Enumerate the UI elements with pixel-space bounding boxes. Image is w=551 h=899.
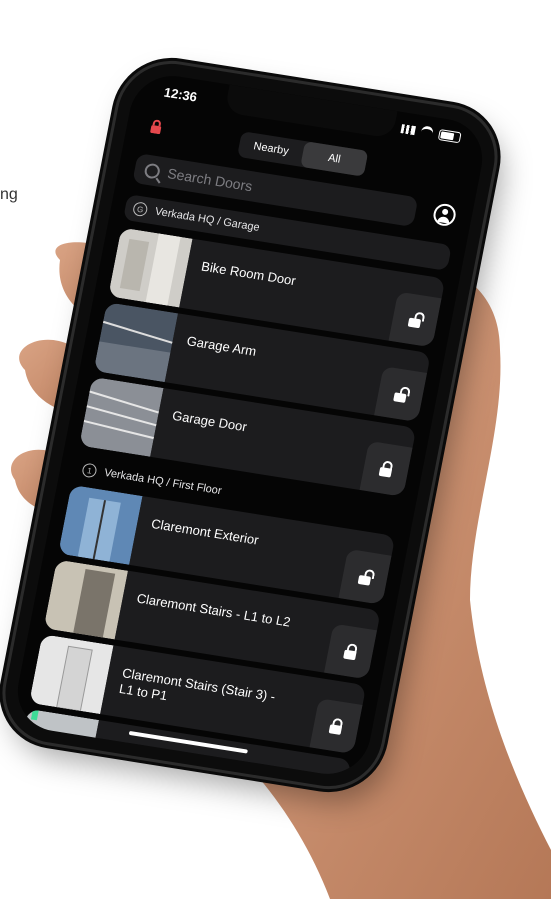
door-name: Claremont Stairs (Stair 3) - L1 to P1 xyxy=(117,665,277,705)
battery-icon xyxy=(437,129,462,144)
door-thumbnail xyxy=(29,634,114,715)
door-thumbnail xyxy=(58,484,143,565)
door-name: Claremont Exterior xyxy=(150,515,260,548)
locked-icon xyxy=(378,466,393,478)
locked-icon xyxy=(328,723,343,735)
door-thumbnail xyxy=(93,302,179,383)
door-name: Bike Room Door xyxy=(200,258,298,289)
unlock-button[interactable] xyxy=(388,291,442,348)
door-thumbnail xyxy=(43,559,129,640)
wifi-icon xyxy=(419,125,435,140)
lock-button[interactable] xyxy=(359,440,413,497)
profile-icon[interactable] xyxy=(431,202,458,228)
segment-all[interactable]: All xyxy=(300,141,369,177)
lock-button[interactable] xyxy=(324,623,378,680)
segmented-control: Nearby All xyxy=(237,131,369,177)
locked-icon xyxy=(343,649,357,660)
unlocked-icon xyxy=(357,574,372,586)
door-name: Garage Door xyxy=(171,407,249,435)
status-icons xyxy=(400,122,462,144)
segment-nearby[interactable]: Nearby xyxy=(237,131,305,167)
search-icon xyxy=(143,162,162,180)
unlocked-icon xyxy=(393,391,407,403)
search-placeholder: Search Doors xyxy=(166,165,254,195)
door-name: Garage Arm xyxy=(185,333,258,359)
lock-button[interactable] xyxy=(309,698,363,755)
signal-icon xyxy=(400,124,416,136)
unlock-button[interactable] xyxy=(338,548,392,605)
lock-status-icon[interactable] xyxy=(148,119,165,135)
unlock-button[interactable] xyxy=(374,366,428,423)
door-thumbnail xyxy=(108,227,193,308)
section-badge: 1 xyxy=(81,462,98,479)
unlocked-icon xyxy=(407,317,422,328)
section-badge: G xyxy=(132,201,149,218)
status-time: 12:36 xyxy=(162,84,199,105)
door-name: Claremont Stairs - L1 to L2 xyxy=(135,590,292,630)
door-thumbnail xyxy=(79,376,164,457)
section-title: Verkada HQ / Garage xyxy=(153,205,261,234)
